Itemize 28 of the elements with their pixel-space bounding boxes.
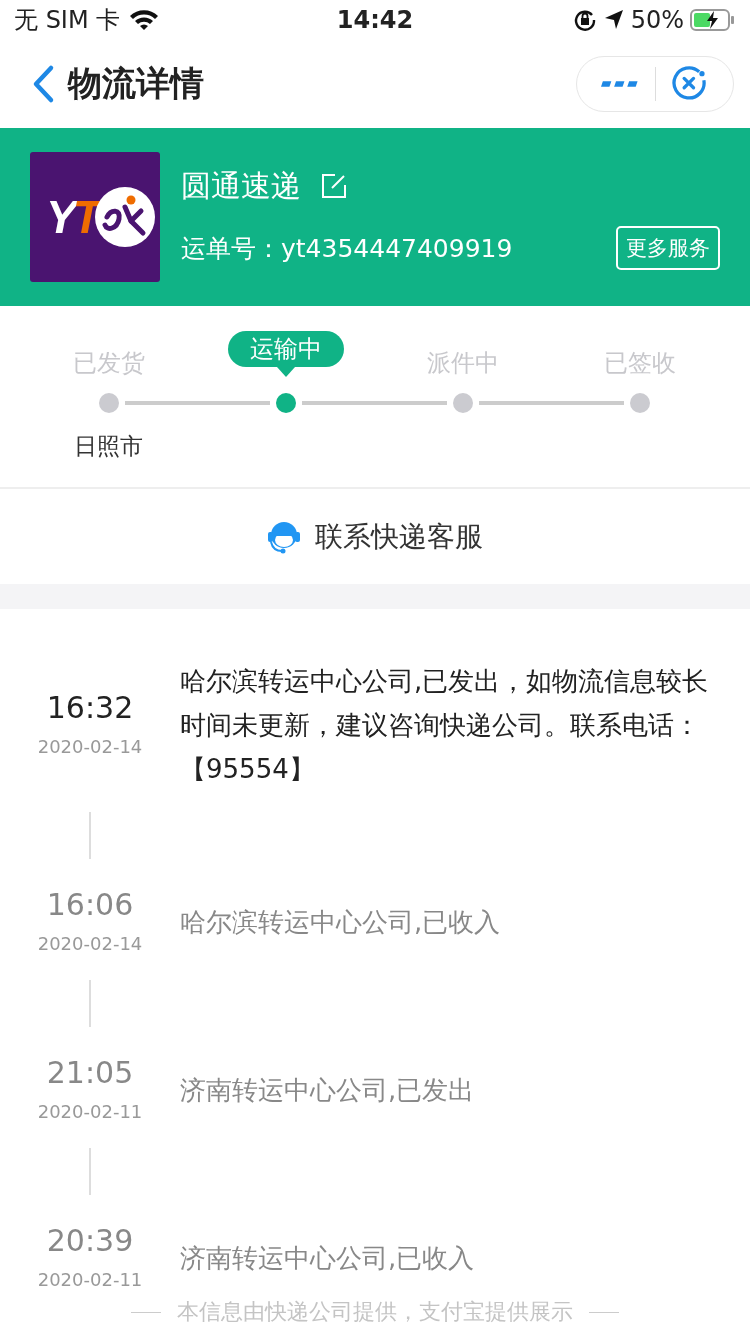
event-time: 21:05 (45, 1054, 135, 1092)
event-description: 济南转运中心公司,已收入 (180, 1242, 476, 1275)
status-bubble: 运输中 (227, 331, 344, 367)
contact-service-button[interactable]: 联系快递客服 (267, 517, 483, 556)
event-date: 2020-02-14 (36, 735, 144, 759)
page-title: 物流详情 (68, 62, 205, 105)
event-date: 2020-02-11 (36, 1100, 144, 1124)
wifi-icon (128, 8, 161, 32)
more-icon[interactable] (601, 78, 639, 90)
battery-icon (690, 8, 736, 32)
event-date: 2020-02-14 (36, 932, 144, 956)
step-place: 日照市 (74, 433, 143, 459)
event-date: 2020-02-11 (36, 1268, 144, 1292)
carrier-name: 无 SIM 卡 (14, 5, 121, 36)
event-description: 哈尔滨转运中心公司,已收入 (180, 906, 502, 939)
battery-percent: 50% (630, 6, 684, 34)
event-time: 16:06 (45, 886, 135, 924)
event-time: 16:32 (45, 689, 135, 727)
clock-time: 14:42 (335, 6, 415, 34)
event-time: 20:39 (45, 1222, 135, 1260)
edit-icon[interactable] (321, 173, 347, 199)
event-description: 哈尔滨转运中心公司,已发出，如物流信息较长时间未更新，建议咨询快递公司。联系电话：【95554】 (180, 665, 710, 786)
courier-name: 圆通速递 (181, 166, 301, 205)
event-description: 济南转运中心公司,已发出 (180, 1074, 476, 1107)
bubble-pointer (276, 367, 295, 377)
rotation-lock-icon (572, 8, 597, 32)
footer-note: 本信息由快递公司提供，支付宝提供展示 (177, 1298, 573, 1326)
waybill-number: 运单号：yt4354447409919 (181, 232, 513, 265)
